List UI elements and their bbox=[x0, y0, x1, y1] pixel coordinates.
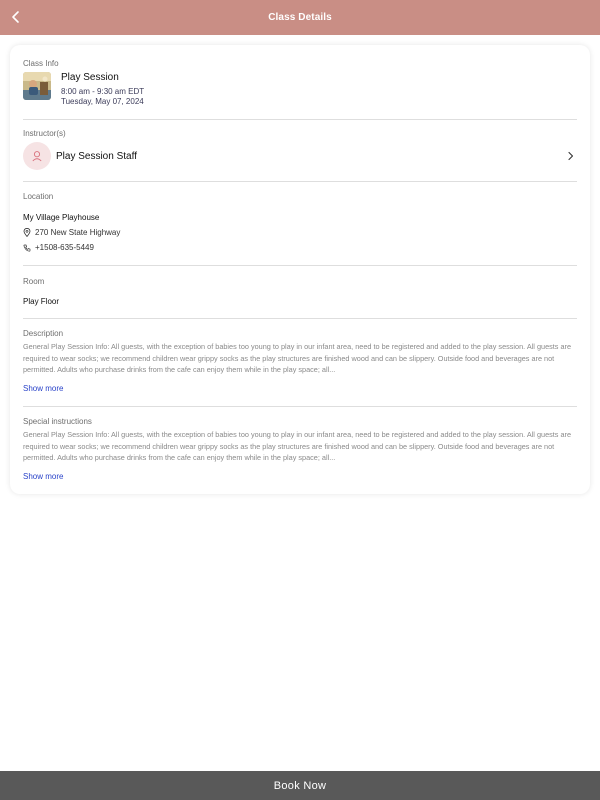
location-address: 270 New State Highway bbox=[35, 228, 121, 237]
special-instructions-section: Special instructions General Play Sessio… bbox=[23, 407, 577, 494]
location-address-row[interactable]: 270 New State Highway bbox=[23, 228, 577, 237]
class-info-label: Class Info bbox=[23, 59, 59, 68]
person-icon bbox=[32, 151, 42, 162]
page-title: Class Details bbox=[268, 12, 332, 23]
class-thumbnail bbox=[23, 72, 51, 100]
class-details-card: Class Info Play Session 8:00 am - 9:30 a… bbox=[10, 45, 590, 494]
instructor-section: Instructor(s) Play Session Staff bbox=[23, 120, 577, 181]
class-time: 8:00 am - 9:30 am EDT bbox=[61, 87, 145, 96]
back-button[interactable] bbox=[4, 5, 28, 29]
instructor-name: Play Session Staff bbox=[56, 150, 137, 162]
description-text: General Play Session Info: All guests, w… bbox=[23, 342, 572, 374]
location-phone-row[interactable]: +1508-635-5449 bbox=[23, 243, 577, 252]
map-pin-icon bbox=[23, 228, 31, 237]
instructor-label: Instructor(s) bbox=[23, 129, 66, 138]
class-name: Play Session bbox=[61, 72, 119, 83]
chevron-left-icon bbox=[12, 11, 19, 23]
chevron-right-icon bbox=[565, 150, 577, 162]
class-info-row: Play Session 8:00 am - 9:30 am EDT Tuesd… bbox=[23, 72, 577, 106]
description-section: Description General Play Session Info: A… bbox=[23, 319, 577, 406]
instructor-avatar bbox=[23, 142, 51, 170]
location-label: Location bbox=[23, 192, 54, 201]
room-name: Play Floor bbox=[23, 297, 60, 306]
special-instructions-show-more-link[interactable]: Show more bbox=[23, 472, 63, 481]
description-label: Description bbox=[23, 329, 64, 338]
location-section: Location My Village Playhouse 270 New St… bbox=[23, 182, 577, 265]
special-instructions-label: Special instructions bbox=[23, 417, 92, 426]
instructor-row[interactable]: Play Session Staff bbox=[23, 142, 577, 170]
room-label: Room bbox=[23, 277, 45, 286]
book-now-button[interactable]: Book Now bbox=[0, 771, 600, 800]
room-section: Room Play Floor bbox=[23, 266, 577, 318]
class-date: Tuesday, May 07, 2024 bbox=[61, 97, 144, 106]
special-instructions-text: General Play Session Info: All guests, w… bbox=[23, 430, 572, 462]
book-now-label: Book Now bbox=[273, 779, 327, 792]
class-info-section: Class Info Play Session 8:00 am - 9:30 a… bbox=[23, 45, 577, 119]
description-show-more-link[interactable]: Show more bbox=[23, 384, 63, 393]
top-bar: Class Details bbox=[0, 0, 600, 35]
location-name: My Village Playhouse bbox=[23, 213, 100, 222]
phone-icon bbox=[23, 244, 31, 252]
location-phone: +1508-635-5449 bbox=[35, 243, 94, 252]
